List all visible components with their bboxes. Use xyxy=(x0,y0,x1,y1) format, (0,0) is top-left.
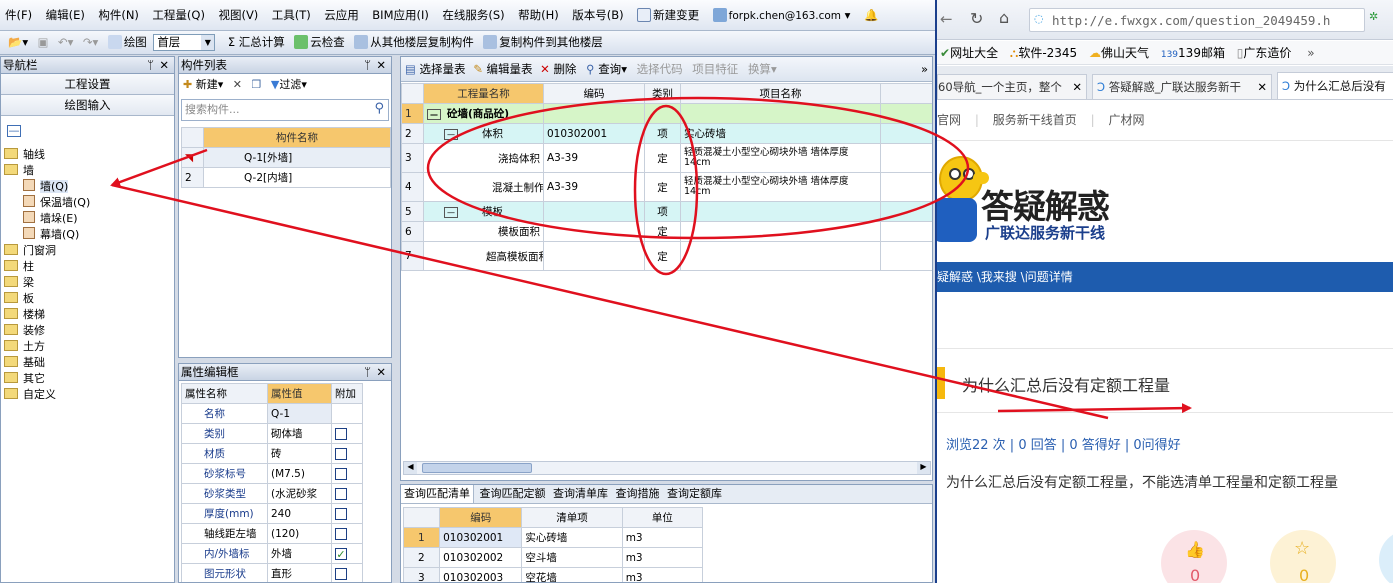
annotation-arrow-to-tree xyxy=(110,148,208,187)
annotation-line-long xyxy=(111,183,1109,420)
annotation-ellipse-large xyxy=(426,96,970,240)
annotation-overlay xyxy=(110,96,1192,420)
annotation-arrow-underline xyxy=(997,403,1192,414)
annotation-ellipse-type xyxy=(633,104,699,276)
